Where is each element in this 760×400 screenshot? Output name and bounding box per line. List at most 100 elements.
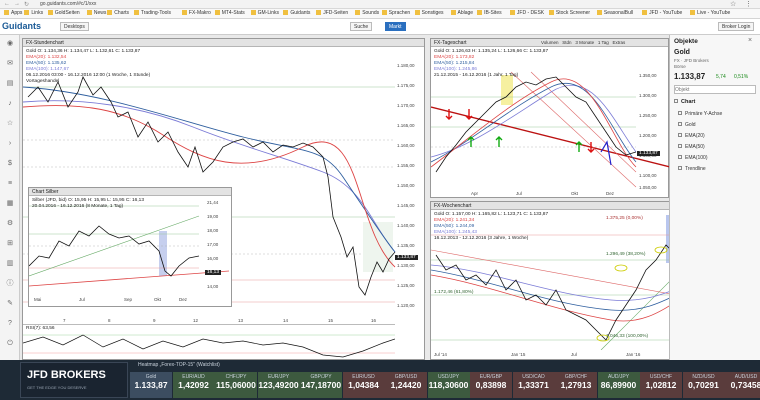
markt-button[interactable]: Markt [385,22,406,31]
silver-chart-canvas[interactable] [29,196,233,296]
hourly-y-tick: 1.150,00 [397,183,415,188]
broker-login-button[interactable]: Broker Login [718,22,755,31]
quote-tile[interactable]: NZD/USD 0,70291 [682,372,725,398]
list-icon[interactable]: ≡ [5,179,15,188]
power-icon[interactable]: ⏻ [5,339,15,348]
quote-tile[interactable]: USD/CHF 1,02812 [640,372,682,398]
quote-tile[interactable]: AUD/USD 0,73458 [725,372,760,398]
tree-checkbox[interactable] [678,155,682,159]
bookmarks-bar: Apps Links GoldSeiten News Charts Trading-Too… [0,9,760,19]
bell-icon[interactable]: ♪ [5,99,15,108]
tree-root[interactable]: Chart [674,99,695,105]
tree-checkbox[interactable] [674,99,678,103]
bookmark-item[interactable]: GM-Links [250,10,279,16]
grid-icon[interactable]: ⊞ [5,239,15,248]
tree-checkbox[interactable] [678,122,682,126]
bookmark-item[interactable]: JFD - YouTube [642,10,682,16]
tree-item[interactable]: EMA(20) [678,133,705,139]
quote-tile[interactable]: GBP/USD 1,24420 [385,372,427,398]
object-search-input[interactable] [674,85,756,94]
desktops-button[interactable]: Desktops [60,22,89,31]
quote-tile[interactable]: Gold 1.133,87 [130,372,172,398]
bookmark-item[interactable]: FX-Makro [181,10,211,16]
bookmark-item[interactable]: Ablage [450,10,473,16]
calendar-icon[interactable]: ▥ [5,259,15,268]
forward-icon[interactable]: → [14,1,20,7]
bookmark-item[interactable]: JFD-Seiten [316,10,348,16]
period-select[interactable]: 3 Monate [575,40,594,45]
reload-icon[interactable]: ↻ [24,1,29,8]
bookmark-item[interactable]: MT4-Stats [214,10,245,16]
tree-item[interactable]: Trendline [678,166,706,172]
close-icon[interactable]: × [748,37,752,44]
quote-tile[interactable]: EUR/JPY 123,49200 [257,372,300,398]
bookmark-item[interactable]: Sounds [355,10,379,16]
gear-icon[interactable]: ⚙ [5,219,15,228]
tree-checkbox[interactable] [678,133,682,137]
tree-checkbox[interactable] [678,166,682,170]
quote-tile[interactable]: CHF/JPY 115,06000 [215,372,257,398]
chevron-right-icon[interactable]: › [5,139,15,148]
tree-checkbox[interactable] [678,144,682,148]
search-button[interactable]: Suche [350,22,373,31]
bookmark-item[interactable]: Live - YouTube [690,10,730,16]
bookmark-item[interactable]: Sprachen [381,10,410,16]
user-avatar-icon[interactable]: ◉ [5,39,15,48]
bookmark-item[interactable]: Apps [4,10,22,16]
url-text[interactable]: go.guidants.com/#c/1/xxx [40,1,96,7]
extras-button[interactable]: Extras [613,40,626,45]
bookmark-item[interactable]: Sonstiges [414,10,444,16]
silver-chart-panel[interactable]: Chart Silber Silber (JFD, bid) O: 15,95 … [28,187,232,307]
tree-item[interactable]: EMA(100) [678,155,708,161]
silver-range: 20.04.2016 - 16.12.2016 (8 Monate, 1 Tag… [32,204,124,209]
star-icon[interactable]: ☆ [730,0,736,8]
broker-name: JFD BROKERS [27,369,106,381]
dollar-icon[interactable]: $ [5,159,15,168]
bookmark-item[interactable]: Charts [107,10,129,16]
bookmark-icon [47,10,53,15]
news-icon[interactable]: ▦ [5,199,15,208]
bookmark-item[interactable]: Guidants [283,10,310,16]
bookmark-item[interactable]: Links [24,10,43,16]
browser-url-bar[interactable]: ← → ↻ go.guidants.com/#c/1/xxx ☆ ⋮ [0,0,760,9]
jfd-brokers-logo[interactable]: JFD BROKERS GET THE EDGE YOU DESERVE [20,362,128,398]
quote-tile[interactable]: GBP/CHF 1,27913 [555,372,597,398]
bookmark-item[interactable]: SeasonalBull [596,10,633,16]
bookmark-item[interactable]: GoldSeiten [47,10,80,16]
mail-icon[interactable]: ✉ [5,59,15,68]
rsi-pane[interactable]: RSI(7): 63,56 [23,324,395,360]
style-button[interactable]: Stdn [562,40,571,45]
bookmark-item[interactable]: JFD - DESK [509,10,544,16]
silver-x-tick: Dez [179,297,188,302]
hourly-x-tick: 16 [371,318,377,323]
tree-checkbox[interactable] [678,111,682,115]
daily-chart-panel[interactable]: FX-Tageschart Volumen Stdn 3 Monate 1 Ta… [430,38,670,198]
quote-tile[interactable]: EUR/AUD 1,42092 [172,372,215,398]
volume-button[interactable]: Volumen [541,40,559,45]
bookmark-item[interactable]: News [86,10,106,16]
quote-tile[interactable]: EUR/GBP 0,83898 [470,372,512,398]
interval-select[interactable]: 1 Tag [598,40,609,45]
tree-item[interactable]: Gold [678,122,696,128]
daily-y-tick: 1.200,00 [639,133,657,138]
star-tool-icon[interactable]: ☆ [5,119,15,128]
chat-icon[interactable]: ✎ [5,299,15,308]
guidants-logo[interactable]: Guidants [2,21,41,31]
tree-item[interactable]: EMA(50) [678,144,705,150]
quote-tile[interactable]: GBP/JPY 147,18700 [300,372,342,398]
bookmark-item[interactable]: Trading-Tools [133,10,171,16]
quote-tile[interactable]: EUR/USD 1,04384 [342,372,385,398]
chart-icon[interactable]: ▤ [5,79,15,88]
back-icon[interactable]: ← [4,1,10,7]
menu-icon[interactable]: ⋮ [745,0,752,8]
info-icon[interactable]: ⓘ [5,279,15,288]
help-icon[interactable]: ? [5,319,15,328]
tree-item[interactable]: Primäre Y-Achse [678,111,722,117]
fib-label: 1.296,49 (38,20%) [606,252,646,257]
bookmark-item[interactable]: IB-Sites [477,10,502,16]
weekly-x-tick: Jul [571,352,577,357]
quote-tile[interactable]: AUD/JPY 86,89900 [597,372,640,398]
quote-tile[interactable]: USD/CAD 1,33371 [512,372,555,398]
quote-tile[interactable]: USD/JPY 118,30600 [427,372,470,398]
bookmark-item[interactable]: Stock Screener [548,10,590,16]
